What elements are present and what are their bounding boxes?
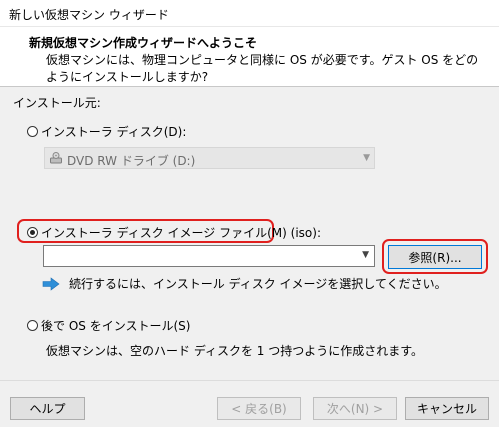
install-later-radio[interactable] xyxy=(27,320,38,331)
help-button[interactable]: ヘルプ xyxy=(10,397,85,420)
installer-disc-label: インストーラ ディスク(D): xyxy=(41,125,187,139)
arrow-right-icon xyxy=(42,276,60,291)
drive-select: DVD RW ドライブ (D:) ▼ xyxy=(44,147,375,169)
back-button[interactable]: < 戻る(B) xyxy=(217,397,301,420)
iso-label: インストーラ ディスク イメージ ファイル(M) (iso): xyxy=(41,226,321,240)
dvd-drive-icon xyxy=(50,152,62,164)
chevron-down-icon: ▼ xyxy=(363,153,370,163)
installer-disc-radio-option[interactable]: インストーラ ディスク(D): xyxy=(27,123,186,140)
install-later-radio-option[interactable]: 後で OS をインストール(S) xyxy=(27,317,190,334)
iso-path-combobox[interactable]: ▼ xyxy=(43,245,375,267)
chevron-down-icon[interactable]: ▼ xyxy=(362,250,369,260)
drive-select-value: DVD RW ドライブ (D:) xyxy=(67,154,196,168)
next-button[interactable]: 次へ(N) > xyxy=(313,397,397,420)
window-title: 新しい仮想マシン ウィザード xyxy=(9,8,169,22)
header-description: 仮想マシンには、物理コンピュータと同様に OS が必要です。ゲスト OS をどの… xyxy=(46,53,479,84)
iso-radio[interactable] xyxy=(27,227,38,238)
installer-disc-radio[interactable] xyxy=(27,126,38,137)
browse-button[interactable]: 参照(R)... xyxy=(388,245,482,269)
install-source-label: インストール元: xyxy=(13,96,101,110)
iso-hint-text: 続行するには、インストール ディスク イメージを選択してください。 xyxy=(69,277,447,291)
header-title: 新規仮想マシン作成ウィザードへようこそ xyxy=(29,36,258,50)
iso-radio-option[interactable]: インストーラ ディスク イメージ ファイル(M) (iso): xyxy=(27,224,321,241)
title-bar: 新しい仮想マシン ウィザード xyxy=(0,0,499,27)
install-later-label: 後で OS をインストール(S) xyxy=(41,319,191,333)
wizard-header: 新規仮想マシン作成ウィザードへようこそ 仮想マシンには、物理コンピュータと同様に… xyxy=(0,27,499,87)
iso-hint: 続行するには、インストール ディスク イメージを選択してください。 xyxy=(42,275,447,292)
install-later-description: 仮想マシンは、空のハード ディスクを 1 つ持つように作成されます。 xyxy=(46,344,424,358)
cancel-button[interactable]: キャンセル xyxy=(405,397,489,420)
footer-divider xyxy=(0,380,499,381)
